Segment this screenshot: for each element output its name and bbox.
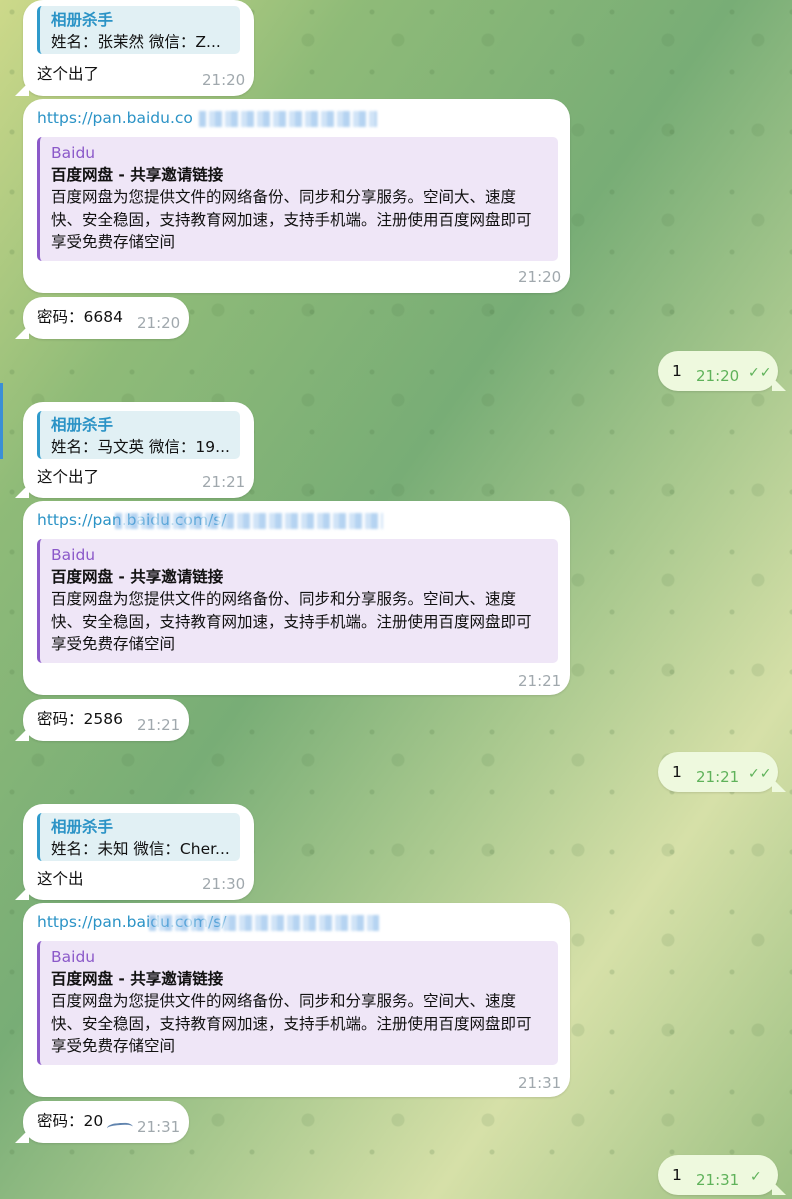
message-time: 21:20 xyxy=(696,367,740,385)
caption-message[interactable]: 相册杀手 姓名：马文英 微信：19... 这个出了 21:21 xyxy=(23,402,254,498)
preview-title: 百度网盘 - 共享邀请链接 xyxy=(51,970,224,988)
password-message[interactable]: 密码：20 21:31 xyxy=(23,1101,189,1143)
reply-quote[interactable]: 相册杀手 姓名：马文英 微信：19... xyxy=(37,411,240,459)
preview-site-name: Baidu xyxy=(51,948,96,966)
message-time: 21:20 xyxy=(137,314,181,332)
reply-quote[interactable]: 相册杀手 姓名：张茉然 微信：Z... xyxy=(37,6,240,54)
message-text: 这个出了 xyxy=(37,468,100,486)
reply-quote[interactable]: 相册杀手 姓名：未知 微信：Cher... xyxy=(37,813,240,861)
link-message[interactable]: https://pan.baidu.com/s/ Baidu 百度网盘 - 共享… xyxy=(23,903,570,1097)
caption-message[interactable]: 相册杀手 姓名：未知 微信：Cher... 这个出 21:30 xyxy=(23,804,254,900)
preview-description: 百度网盘为您提供文件的网络备份、同步和分享服务。空间大、速度快、安全稳固，支持教… xyxy=(51,188,532,251)
reply-snippet: 姓名：马文英 微信：19... xyxy=(51,438,230,456)
message-text: 这个出了 xyxy=(37,65,100,83)
check-icon: ✓ xyxy=(750,1169,762,1185)
link-message[interactable]: https://pan.baidu.co Baidu 百度网盘 - 共享邀请链接… xyxy=(23,99,570,293)
caption-message[interactable]: 相册杀手 姓名：张茉然 微信：Z... 这个出了 21:20 xyxy=(23,0,254,96)
preview-site-name: Baidu xyxy=(51,144,96,162)
message-time: 21:31 xyxy=(137,1118,181,1136)
message-text: 这个出 xyxy=(37,870,84,888)
message-time: 21:20 xyxy=(518,268,562,286)
message-time: 21:21 xyxy=(518,672,562,690)
message-time: 21:31 xyxy=(518,1074,562,1092)
reply-snippet: 姓名：未知 微信：Cher... xyxy=(51,840,230,858)
double-check-icon: ✓✓ xyxy=(748,365,772,381)
outgoing-message[interactable]: 1 21:31 ✓ xyxy=(658,1155,778,1195)
reply-sender-name: 相册杀手 xyxy=(51,11,114,29)
outgoing-message[interactable]: 1 21:20 ✓✓ xyxy=(658,351,778,391)
password-message[interactable]: 密码：2586 21:21 xyxy=(23,699,189,741)
message-time: 21:31 xyxy=(696,1171,740,1189)
link-message[interactable]: https://pan.baidu.com/s/ Baidu 百度网盘 - 共享… xyxy=(23,501,570,695)
redacted-link-part xyxy=(115,513,383,529)
message-time: 21:21 xyxy=(202,473,246,491)
preview-site-name: Baidu xyxy=(51,546,96,564)
reply-snippet: 姓名：张茉然 微信：Z... xyxy=(51,33,221,51)
outgoing-message[interactable]: 1 21:21 ✓✓ xyxy=(658,752,778,792)
double-check-icon: ✓✓ xyxy=(748,766,772,782)
link-preview[interactable]: Baidu 百度网盘 - 共享邀请链接 百度网盘为您提供文件的网络备份、同步和分… xyxy=(37,137,558,261)
password-message[interactable]: 密码：6684 21:20 xyxy=(23,297,189,339)
message-text: 1 xyxy=(672,1166,682,1184)
message-time: 21:30 xyxy=(202,875,246,893)
password-text: 密码：20 xyxy=(37,1112,104,1130)
message-text: 1 xyxy=(672,362,682,380)
message-text: 1 xyxy=(672,763,682,781)
reply-sender-name: 相册杀手 xyxy=(51,416,114,434)
redacted-link-part xyxy=(149,915,379,931)
redacted-link-part xyxy=(199,111,377,127)
preview-description: 百度网盘为您提供文件的网络备份、同步和分享服务。空间大、速度快、安全稳固，支持教… xyxy=(51,992,532,1055)
link-preview[interactable]: Baidu 百度网盘 - 共享邀请链接 百度网盘为您提供文件的网络备份、同步和分… xyxy=(37,539,558,663)
scroll-indicator xyxy=(0,383,3,459)
password-text: 密码：6684 xyxy=(37,308,123,326)
preview-description: 百度网盘为您提供文件的网络备份、同步和分享服务。空间大、速度快、安全稳固，支持教… xyxy=(51,590,532,653)
redacted-password xyxy=(106,1122,134,1136)
reply-sender-name: 相册杀手 xyxy=(51,818,114,836)
link-preview[interactable]: Baidu 百度网盘 - 共享邀请链接 百度网盘为您提供文件的网络备份、同步和分… xyxy=(37,941,558,1065)
message-time: 21:21 xyxy=(137,716,181,734)
preview-title: 百度网盘 - 共享邀请链接 xyxy=(51,568,224,586)
message-time: 21:20 xyxy=(202,71,246,89)
preview-title: 百度网盘 - 共享邀请链接 xyxy=(51,166,224,184)
password-text: 密码：2586 xyxy=(37,710,123,728)
message-time: 21:21 xyxy=(696,768,740,786)
